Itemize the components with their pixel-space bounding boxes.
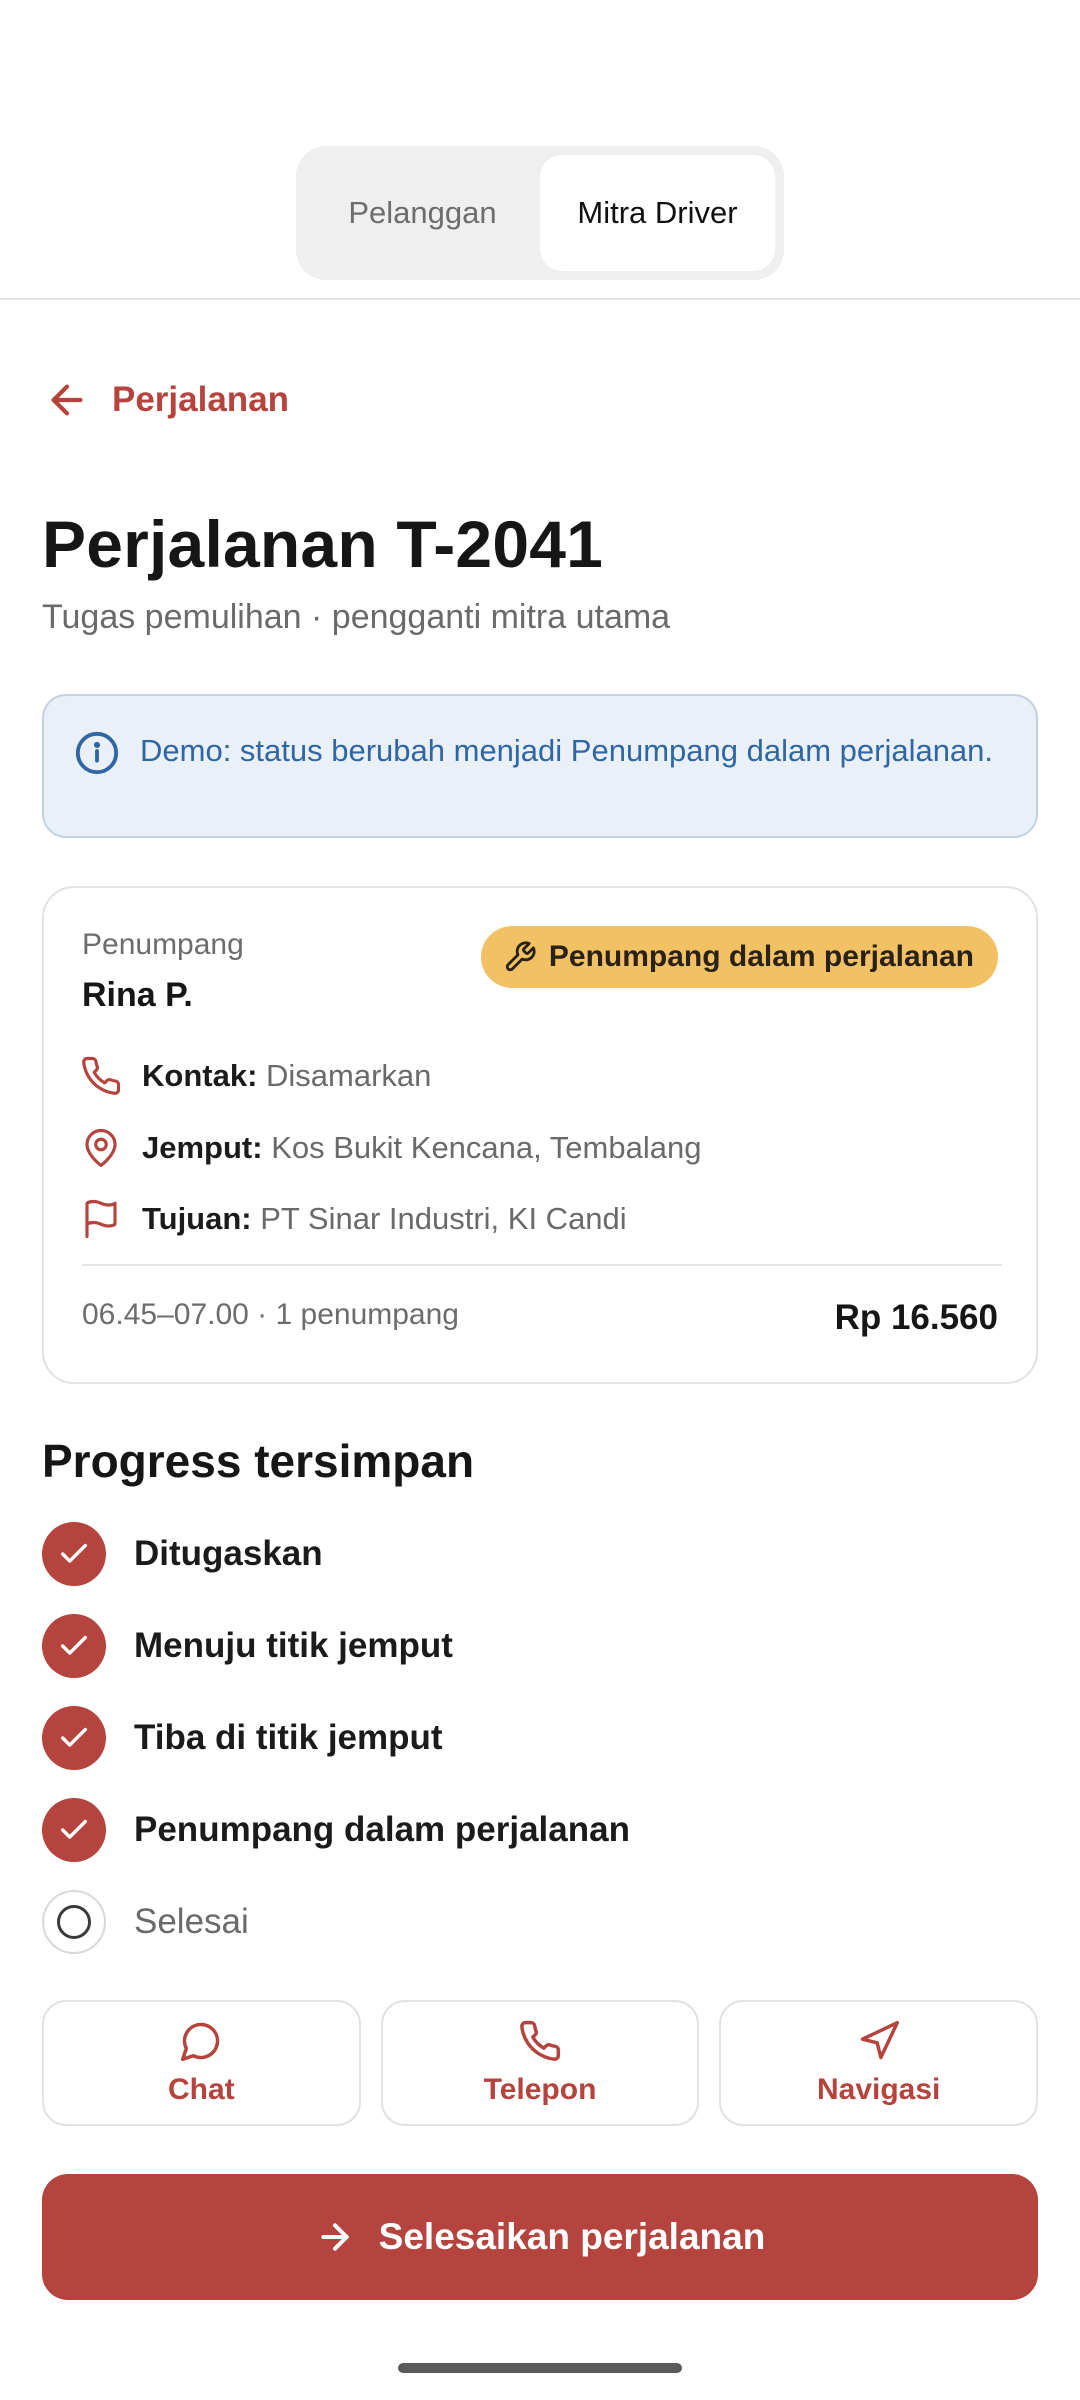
phone-button[interactable]: Telepon (380, 2000, 700, 2126)
progress-step: Ditugaskan (42, 1522, 323, 1586)
destination-row: Tujuan: PT Sinar Industri, KI Candi (80, 1195, 627, 1243)
back-label: Perjalanan (112, 380, 290, 419)
trip-detail-screen: Pelanggan Mitra Driver Perjalanan Perjal… (0, 0, 1080, 2400)
check-icon (60, 1727, 88, 1747)
contact-label: Kontak: (142, 1058, 258, 1093)
step-done-indicator (42, 1614, 106, 1678)
circle-icon (57, 1905, 91, 1939)
header-divider (0, 298, 1080, 300)
contact-actions: Chat Telepon Navigasi (42, 2000, 1039, 2126)
step-label: Selesai (134, 1902, 249, 1941)
trip-card: Penumpang Rina P. Penumpang dalam perjal… (42, 886, 1038, 1384)
progress-step: Penumpang dalam perjalanan (42, 1798, 630, 1862)
contact-row: Kontak: Disamarkan (80, 1052, 431, 1100)
pickup-label: Jemput: (142, 1130, 263, 1165)
status-badge: Penumpang dalam perjalanan (480, 926, 998, 988)
wrench-icon (505, 941, 536, 972)
step-done-indicator (42, 1522, 106, 1586)
destination-value: PT Sinar Industri, KI Candi (260, 1201, 627, 1236)
step-done-indicator (42, 1706, 106, 1770)
status-badge-label: Penumpang dalam perjalanan (548, 940, 974, 973)
flag-icon (85, 1199, 117, 1239)
home-indicator[interactable] (398, 2363, 682, 2373)
pickup-row: Jemput: Kos Bukit Kencana, Tembalang (80, 1124, 701, 1172)
navigation-arrow-icon (860, 2020, 899, 2060)
passenger-name: Rina P. (82, 976, 193, 1014)
step-pending-indicator (42, 1890, 106, 1954)
contact-value: Disamarkan (266, 1058, 432, 1093)
schedule-text: 06.45–07.00 · 1 penumpang (82, 1298, 459, 1331)
progress-title: Progress tersimpan (42, 1435, 475, 1487)
info-banner: Demo: status berubah menjadi Penumpang d… (42, 694, 1038, 838)
step-label: Tiba di titik jemput (134, 1718, 443, 1757)
chat-button-label: Chat (168, 2073, 235, 2106)
check-icon (60, 1543, 88, 1563)
role-segmented-control: Pelanggan Mitra Driver (296, 146, 784, 280)
info-icon (75, 731, 119, 775)
page-title: Perjalanan T-2041 (42, 507, 604, 581)
step-label: Penumpang dalam perjalanan (134, 1810, 630, 1849)
step-label: Menuju titik jemput (134, 1626, 453, 1665)
navigate-button[interactable]: Navigasi (719, 2000, 1039, 2126)
chat-bubble-icon (181, 2022, 220, 2062)
arrow-right-icon (320, 2223, 349, 2251)
destination-label: Tujuan: (142, 1201, 252, 1236)
step-label: Ditugaskan (134, 1534, 323, 1573)
phone-button-label: Telepon (483, 2073, 597, 2106)
chat-button[interactable]: Chat (42, 2000, 361, 2126)
check-icon (60, 1635, 88, 1655)
pickup-value: Kos Bukit Kencana, Tembalang (271, 1130, 702, 1165)
navigate-button-label: Navigasi (816, 2073, 941, 2106)
passenger-label: Penumpang (82, 928, 244, 961)
page-subtitle: Tugas pemulihan · pengganti mitra utama (42, 598, 671, 636)
phone-icon (82, 1056, 121, 1095)
phone-icon (520, 2020, 561, 2061)
segment-pelanggan[interactable]: Pelanggan (305, 155, 540, 271)
finish-trip-button[interactable]: Selesaikan perjalanan (42, 2174, 1038, 2300)
trip-price: Rp 16.560 (834, 1298, 998, 1337)
segment-mitra-driver[interactable]: Mitra Driver (540, 155, 775, 271)
check-icon (60, 1819, 88, 1839)
arrow-left-icon (51, 384, 83, 416)
info-banner-text: Demo: status berubah menjadi Penumpang d… (140, 733, 994, 768)
back-button[interactable]: Perjalanan (44, 372, 289, 428)
progress-step: Menuju titik jemput (42, 1614, 453, 1678)
card-divider (82, 1264, 1002, 1266)
finish-trip-label: Selesaikan perjalanan (378, 2216, 766, 2257)
progress-step: Selesai (42, 1890, 249, 1954)
map-pin-icon (85, 1129, 117, 1168)
step-done-indicator (42, 1798, 106, 1862)
progress-step: Tiba di titik jemput (42, 1706, 443, 1770)
